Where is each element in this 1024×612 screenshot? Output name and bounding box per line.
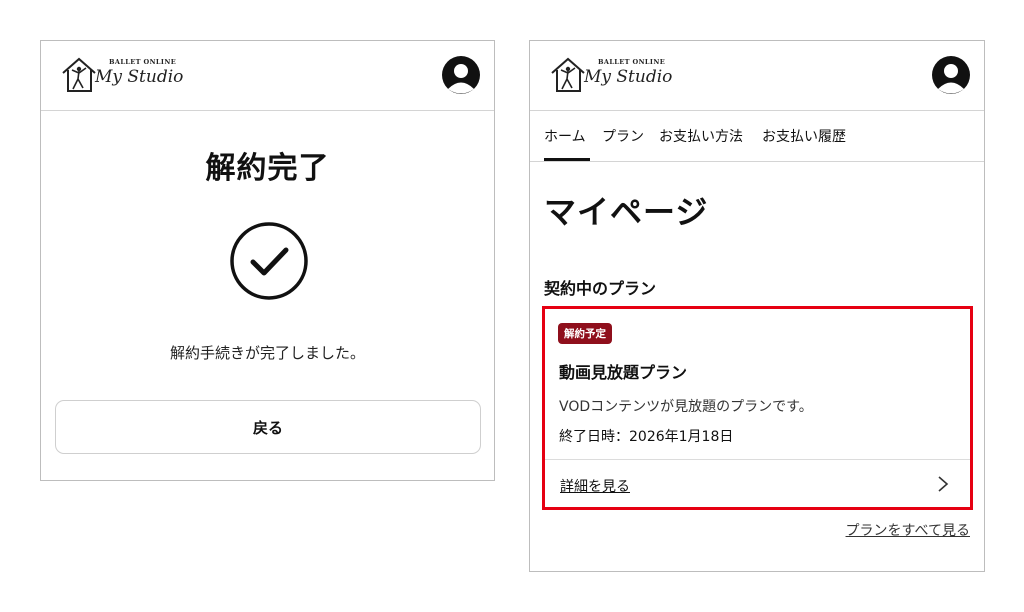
- divider: [545, 459, 970, 460]
- brand-logo[interactable]: BALLET ONLINE My Studio: [550, 55, 673, 95]
- tab-payment-method[interactable]: お支払い方法: [659, 126, 743, 146]
- active-tab-indicator: [544, 158, 590, 161]
- logo-top-text: BALLET ONLINE: [109, 58, 177, 66]
- mypage-screen: BALLET ONLINE My Studio ホーム プラン お支払い方法 お…: [529, 40, 985, 572]
- chevron-right-icon[interactable]: [936, 475, 950, 493]
- tab-home[interactable]: ホーム: [544, 126, 586, 146]
- status-badge: 解約予定: [558, 323, 612, 344]
- back-button[interactable]: 戻る: [55, 400, 481, 454]
- plan-description: VODコンテンツが見放題のプランです。: [559, 399, 813, 415]
- tab-bar: ホーム プラン お支払い方法 お支払い履歴: [530, 110, 984, 162]
- completion-message: 解約手続きが完了しました。: [169, 344, 365, 362]
- app-header: BALLET ONLINE My Studio: [41, 41, 494, 111]
- plan-name: 動画見放題プラン: [559, 363, 688, 382]
- section-heading: 契約中のプラン: [544, 279, 657, 298]
- logo-name: My Studio: [95, 67, 184, 87]
- plan-end-date: 終了日時：2026年1月18日: [559, 429, 734, 445]
- brand-logo[interactable]: BALLET ONLINE My Studio: [61, 55, 184, 95]
- app-header: BALLET ONLINE My Studio: [530, 41, 984, 111]
- logo-name: My Studio: [584, 67, 673, 87]
- cancel-complete-screen: BALLET ONLINE My Studio 解約完了 解約手続きが完了しまし…: [40, 40, 495, 481]
- tab-plan[interactable]: プラン: [602, 126, 644, 146]
- check-circle-icon: [230, 222, 308, 300]
- plan-details-link[interactable]: 詳細を見る: [560, 476, 630, 496]
- plan-card[interactable]: 解約予定 動画見放題プラン VODコンテンツが見放題のプランです。 終了日時：2…: [542, 306, 973, 510]
- user-avatar-icon[interactable]: [442, 56, 480, 94]
- all-plans-link[interactable]: プランをすべて見る: [846, 520, 970, 540]
- page-title: 解約完了: [205, 151, 330, 186]
- user-avatar-icon[interactable]: [932, 56, 970, 94]
- tab-payment-history[interactable]: お支払い履歴: [762, 126, 846, 146]
- logo-top-text: BALLET ONLINE: [598, 58, 666, 66]
- page-title: マイページ: [544, 193, 709, 231]
